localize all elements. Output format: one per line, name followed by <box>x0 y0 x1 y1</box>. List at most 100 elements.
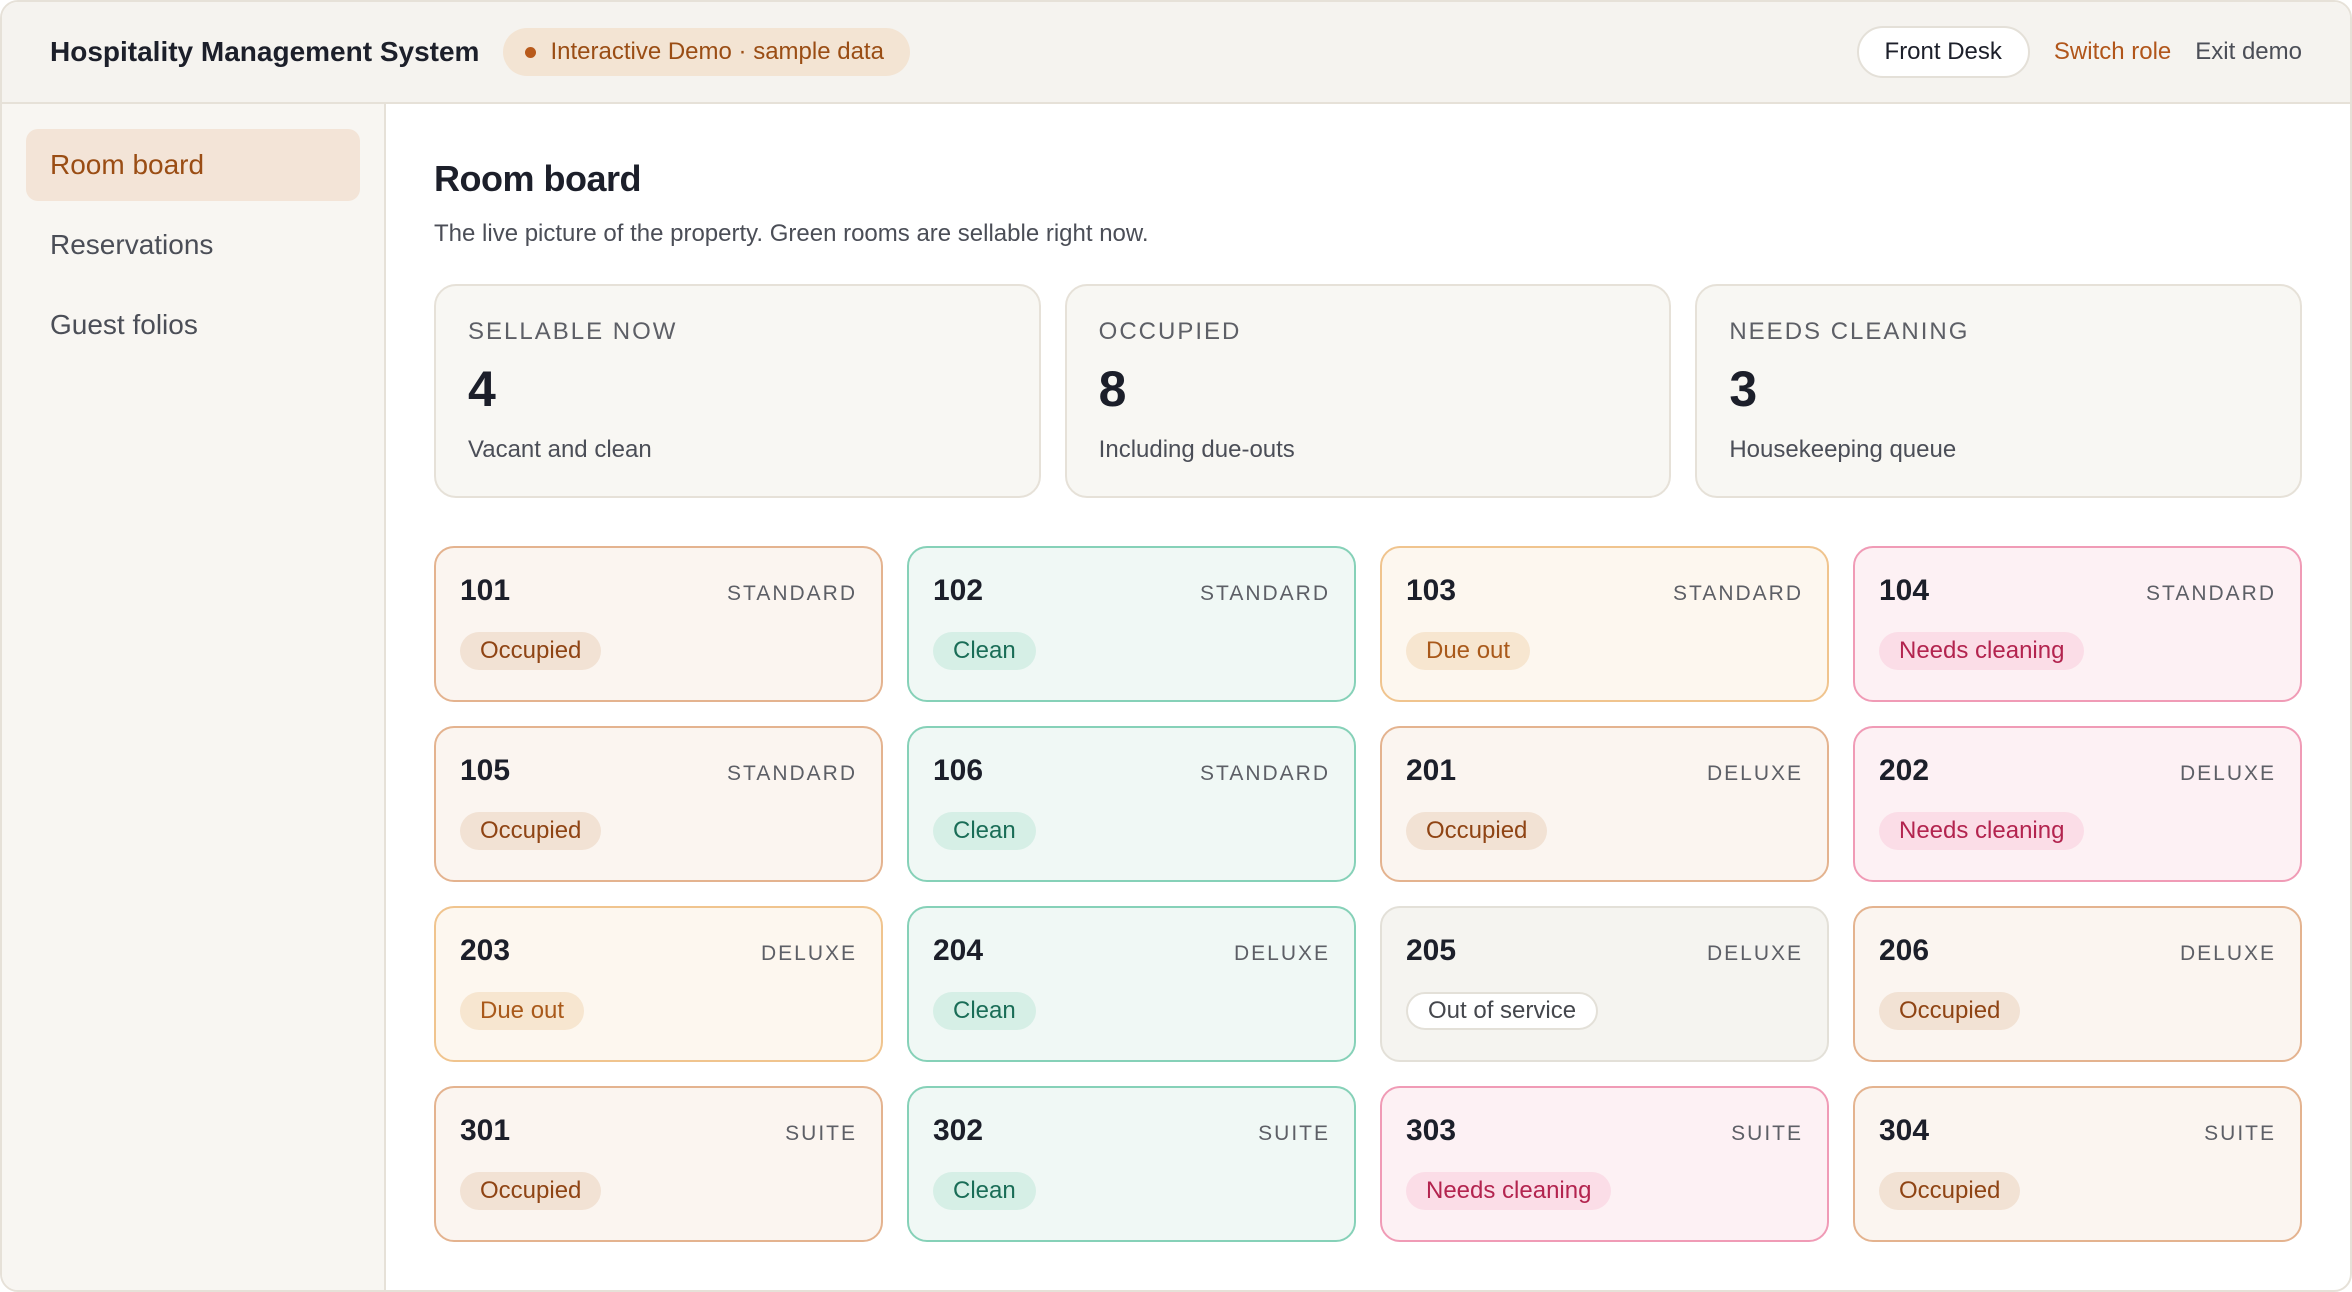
room-type: DELUXE <box>1706 762 1803 785</box>
room-status-badge: Occupied <box>1879 1172 2021 1210</box>
stat-note: Vacant and clean <box>468 436 652 463</box>
room-number: 205 <box>1406 934 1457 967</box>
stat-label: SELLABLE NOW <box>468 318 678 345</box>
room-status-badge: Clean <box>933 812 1036 850</box>
room-status-badge: Occupied <box>1406 812 1548 850</box>
room-status-badge: Clean <box>933 632 1036 670</box>
room-card-203[interactable]: 203 DELUXE Due out <box>434 906 883 1062</box>
app-window: Hospitality Management System Interactiv… <box>0 0 2352 1292</box>
room-status-badge: Occupied <box>460 1172 602 1210</box>
page-title: Room board <box>434 158 642 199</box>
stat-card-occupied: OCCUPIED 8 Including due-outs <box>1064 284 1672 498</box>
room-status-badge: Out of service <box>1406 992 1599 1030</box>
room-card-header: 206 DELUXE <box>1879 934 2276 968</box>
room-card-202[interactable]: 202 DELUXE Needs cleaning <box>1853 726 2302 882</box>
room-card-304[interactable]: 304 SUITE Occupied <box>1853 1086 2302 1242</box>
sidebar-item-guest-folios[interactable]: Guest folios <box>26 289 360 361</box>
room-card-header: 103 STANDARD <box>1406 574 1803 608</box>
demo-badge-label: Interactive Demo · sample data <box>550 38 884 65</box>
role-chip[interactable]: Front Desk <box>1856 26 2030 78</box>
room-card-205[interactable]: 205 DELUXE Out of service <box>1380 906 1829 1062</box>
room-card-header: 104 STANDARD <box>1879 574 2276 608</box>
room-card-105[interactable]: 105 STANDARD Occupied <box>434 726 883 882</box>
room-type: STANDARD <box>727 762 857 785</box>
room-card-header: 101 STANDARD <box>460 574 857 608</box>
room-card-206[interactable]: 206 DELUXE Occupied <box>1853 906 2302 1062</box>
room-number: 101 <box>460 574 511 607</box>
room-type: DELUXE <box>1233 942 1330 965</box>
stat-note: Housekeeping queue <box>1729 436 1957 463</box>
stat-card-sellable: SELLABLE NOW 4 Vacant and clean <box>434 284 1041 498</box>
room-card-header: 303 SUITE <box>1406 1114 1803 1148</box>
page-subtitle: The live picture of the property. Green … <box>434 220 1149 247</box>
room-status-badge: Due out <box>460 992 585 1030</box>
room-card-header: 202 DELUXE <box>1879 754 2276 788</box>
room-status-badge: Clean <box>933 992 1036 1030</box>
room-number: 203 <box>460 934 511 967</box>
stat-value: 3 <box>1729 361 1758 417</box>
room-number: 103 <box>1406 574 1457 607</box>
room-number: 303 <box>1406 1114 1457 1147</box>
room-status-badge: Due out <box>1406 632 1531 670</box>
room-number: 202 <box>1879 754 1930 787</box>
room-card-header: 105 STANDARD <box>460 754 857 788</box>
room-status-badge: Needs cleaning <box>1879 812 2085 850</box>
app-title: Hospitality Management System <box>50 36 480 67</box>
room-type: STANDARD <box>1200 762 1330 785</box>
stat-note: Including due-outs <box>1098 436 1295 463</box>
app-body: Room board Reservations Guest folios Roo… <box>2 104 2350 1290</box>
room-type: DELUXE <box>2179 762 2276 785</box>
room-number: 104 <box>1879 574 1930 607</box>
room-card-104[interactable]: 104 STANDARD Needs cleaning <box>1853 546 2302 702</box>
room-type: STANDARD <box>1200 582 1330 605</box>
room-card-101[interactable]: 101 STANDARD Occupied <box>434 546 883 702</box>
room-type: SUITE <box>1731 1122 1803 1145</box>
demo-badge: Interactive Demo · sample data <box>503 28 910 76</box>
status-dot-icon <box>525 46 537 58</box>
room-type: DELUXE <box>1706 942 1803 965</box>
sidebar-item-room-board[interactable]: Room board <box>26 129 360 201</box>
room-status-badge: Clean <box>933 1172 1036 1210</box>
room-status-badge: Needs cleaning <box>1879 632 2085 670</box>
top-bar-actions: Front Desk Switch role Exit demo <box>1856 26 2302 78</box>
room-card-106[interactable]: 106 STANDARD Clean <box>907 726 1356 882</box>
room-card-header: 203 DELUXE <box>460 934 857 968</box>
switch-role-link[interactable]: Switch role <box>2054 38 2171 66</box>
room-card-header: 302 SUITE <box>933 1114 1330 1148</box>
stat-value: 8 <box>1098 361 1127 417</box>
stat-label: OCCUPIED <box>1098 318 1242 345</box>
stat-label: NEEDS CLEANING <box>1729 318 1970 345</box>
room-number: 106 <box>933 754 984 787</box>
sidebar-item-reservations[interactable]: Reservations <box>26 209 360 281</box>
room-type: DELUXE <box>760 942 857 965</box>
sidebar: Room board Reservations Guest folios <box>2 104 386 1290</box>
stat-value: 4 <box>468 361 496 417</box>
room-card-204[interactable]: 204 DELUXE Clean <box>907 906 1356 1062</box>
room-number: 201 <box>1406 754 1457 787</box>
room-status-badge: Needs cleaning <box>1406 1172 1612 1210</box>
room-status-badge: Occupied <box>460 632 602 670</box>
room-type: STANDARD <box>1673 582 1803 605</box>
room-type: SUITE <box>1258 1122 1330 1145</box>
room-number: 102 <box>933 574 984 607</box>
room-card-201[interactable]: 201 DELUXE Occupied <box>1380 726 1829 882</box>
room-number: 304 <box>1879 1114 1930 1147</box>
room-type: SUITE <box>785 1122 857 1145</box>
room-card-header: 204 DELUXE <box>933 934 1330 968</box>
room-card-102[interactable]: 102 STANDARD Clean <box>907 546 1356 702</box>
room-status-badge: Occupied <box>460 812 602 850</box>
exit-demo-link[interactable]: Exit demo <box>2195 38 2302 66</box>
top-bar: Hospitality Management System Interactiv… <box>2 2 2350 104</box>
room-card-302[interactable]: 302 SUITE Clean <box>907 1086 1356 1242</box>
room-type: STANDARD <box>727 582 857 605</box>
room-card-header: 102 STANDARD <box>933 574 1330 608</box>
room-type: STANDARD <box>2146 582 2276 605</box>
room-number: 204 <box>933 934 984 967</box>
room-number: 302 <box>933 1114 984 1147</box>
room-card-header: 304 SUITE <box>1879 1114 2276 1148</box>
room-card-303[interactable]: 303 SUITE Needs cleaning <box>1380 1086 1829 1242</box>
room-number: 105 <box>460 754 511 787</box>
room-card-103[interactable]: 103 STANDARD Due out <box>1380 546 1829 702</box>
room-card-header: 201 DELUXE <box>1406 754 1803 788</box>
room-card-301[interactable]: 301 SUITE Occupied <box>434 1086 883 1242</box>
